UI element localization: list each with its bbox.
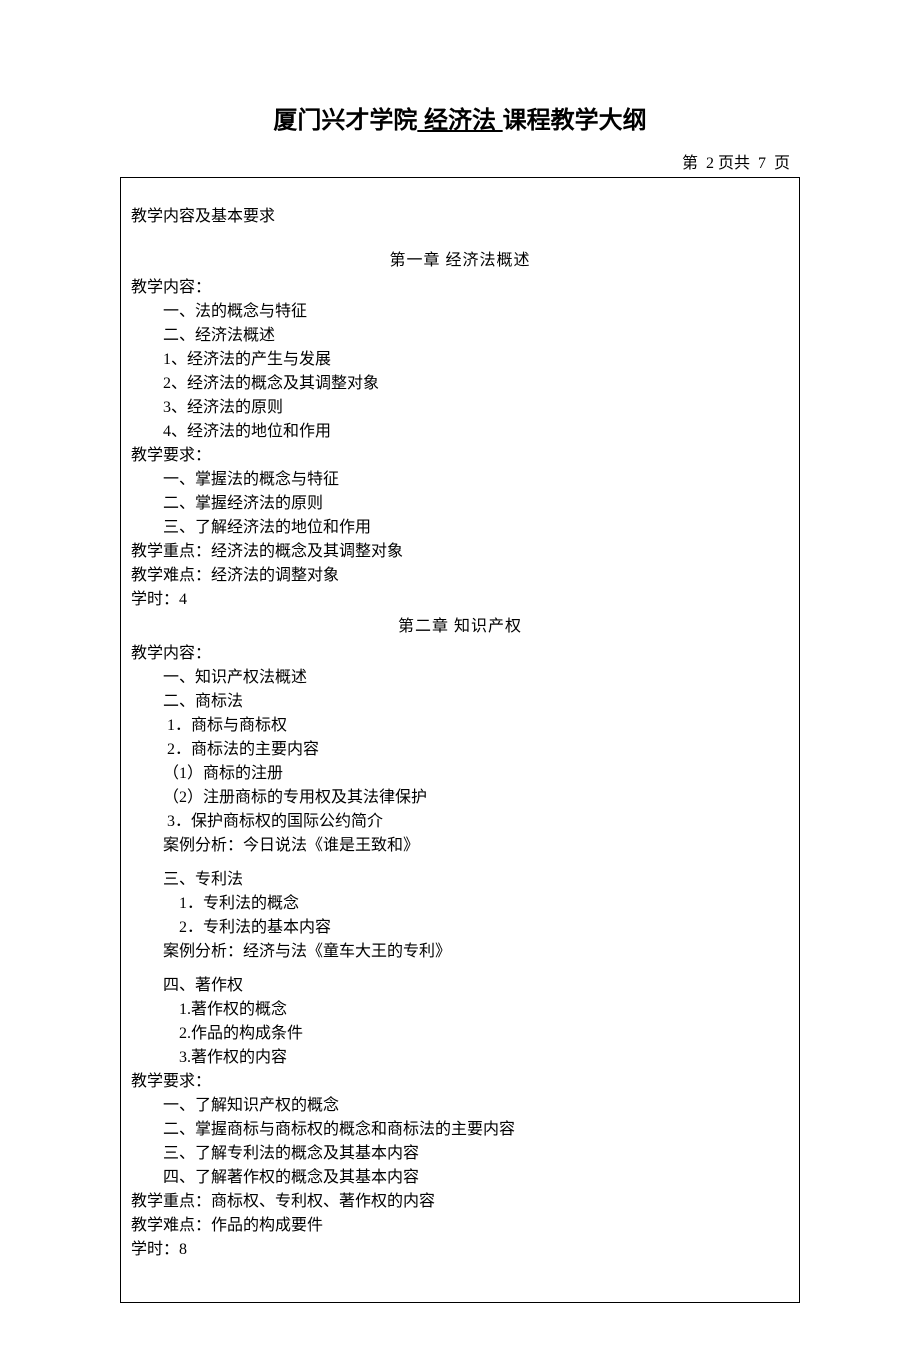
chapter-1-title: 第一章 经济法概述 [131, 246, 789, 270]
body-line: 3.著作权的内容 [131, 1046, 789, 1070]
chapter-2-body: 教学内容：一、知识产权法概述二、商标法 1．商标与商标权 2．商标法的主要内容（… [131, 642, 789, 1262]
chapter-2-title: 第二章 知识产权 [131, 612, 789, 636]
body-line: 1、经济法的产生与发展 [131, 348, 789, 372]
body-line: 1．专利法的概念 [131, 892, 789, 916]
body-line: 三、了解专利法的概念及其基本内容 [131, 1142, 789, 1166]
body-line: 2．专利法的基本内容 [131, 916, 789, 940]
body-line: 3、经济法的原则 [131, 396, 789, 420]
body-line: 一、了解知识产权的概念 [131, 1094, 789, 1118]
body-line: 2、经济法的概念及其调整对象 [131, 372, 789, 396]
page-number: 第 2 页共 7 页 [120, 149, 800, 173]
body-line: 学时：8 [131, 1238, 789, 1262]
body-line [131, 964, 789, 974]
body-line: 1.著作权的概念 [131, 998, 789, 1022]
body-line: 二、掌握商标与商标权的概念和商标法的主要内容 [131, 1118, 789, 1142]
body-line: 教学重点：商标权、专利权、著作权的内容 [131, 1190, 789, 1214]
chapter-1-body: 教学内容：一、法的概念与特征二、经济法概述1、经济法的产生与发展2、经济法的概念… [131, 276, 789, 612]
body-line: 学时：4 [131, 588, 789, 612]
body-line: 一、法的概念与特征 [131, 300, 789, 324]
body-line: 四、了解著作权的概念及其基本内容 [131, 1166, 789, 1190]
body-line: 教学内容： [131, 276, 789, 300]
title-suffix: 课程教学大纲 [503, 107, 647, 134]
body-line: 二、经济法概述 [131, 324, 789, 348]
document-page: 厦门兴才学院 经济法 课程教学大纲 第 2 页共 7 页 教学内容及基本要求 第… [0, 0, 920, 1363]
institution-name: 厦门兴才学院 [273, 107, 417, 134]
course-name: 经济法 [417, 107, 502, 134]
body-line: 四、著作权 [131, 974, 789, 998]
body-line: 一、知识产权法概述 [131, 666, 789, 690]
page-title: 厦门兴才学院 经济法 课程教学大纲 [120, 100, 800, 135]
body-line: 案例分析：经济与法《童车大王的专利》 [131, 940, 789, 964]
body-line [131, 858, 789, 868]
body-line: 教学重点：经济法的概念及其调整对象 [131, 540, 789, 564]
body-line: 教学要求： [131, 1070, 789, 1094]
content-box: 教学内容及基本要求 第一章 经济法概述 教学内容：一、法的概念与特征二、经济法概… [120, 177, 800, 1303]
body-line: 三、了解经济法的地位和作用 [131, 516, 789, 540]
body-line: 教学要求： [131, 444, 789, 468]
body-line: 案例分析：今日说法《谁是王致和》 [131, 834, 789, 858]
body-line: 教学难点：作品的构成要件 [131, 1214, 789, 1238]
body-line: 2.作品的构成条件 [131, 1022, 789, 1046]
body-line: 一、掌握法的概念与特征 [131, 468, 789, 492]
body-line: 4、经济法的地位和作用 [131, 420, 789, 444]
section-label: 教学内容及基本要求 [131, 202, 789, 226]
body-line: 1．商标与商标权 [131, 714, 789, 738]
body-line: 教学难点：经济法的调整对象 [131, 564, 789, 588]
body-line: 3．保护商标权的国际公约简介 [131, 810, 789, 834]
body-line: （2）注册商标的专用权及其法律保护 [131, 786, 789, 810]
body-line: 二、掌握经济法的原则 [131, 492, 789, 516]
body-line: 2．商标法的主要内容 [131, 738, 789, 762]
body-line: （1）商标的注册 [131, 762, 789, 786]
body-line: 二、商标法 [131, 690, 789, 714]
body-line: 三、专利法 [131, 868, 789, 892]
body-line: 教学内容： [131, 642, 789, 666]
